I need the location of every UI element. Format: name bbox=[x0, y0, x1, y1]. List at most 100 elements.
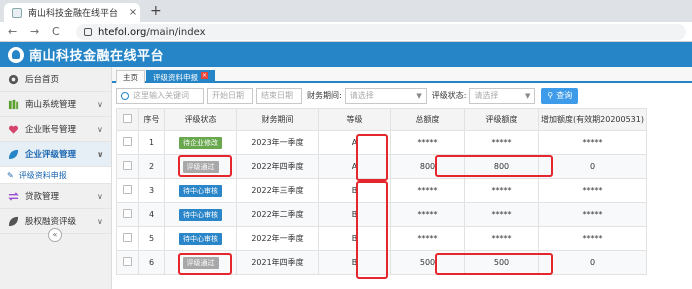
new-tab-button[interactable]: + bbox=[150, 3, 162, 19]
column-header[interactable]: 等级 bbox=[318, 108, 391, 131]
column-header[interactable]: 增加额度(有效期20200531) bbox=[538, 108, 647, 131]
row-checkbox[interactable] bbox=[123, 233, 132, 242]
status-select[interactable]: 请选择 ▼ bbox=[469, 87, 536, 104]
checkbox-cell bbox=[116, 202, 139, 227]
sidebar-item-loans[interactable]: 贷款管理 ∨ bbox=[0, 184, 111, 209]
close-tab-icon[interactable]: × bbox=[126, 7, 140, 18]
start-date-placeholder: 开始日期 bbox=[212, 91, 244, 100]
sidebar-item-label: 南山系统管理 bbox=[25, 100, 77, 110]
url-domain: htefol.org bbox=[98, 26, 147, 38]
status-badge: 待中心审核 bbox=[179, 232, 222, 245]
rating-amount-cell: ***** bbox=[464, 178, 539, 203]
table-row[interactable]: 5 待中心审核 2022年一季度 B ***** ***** ***** bbox=[116, 226, 647, 251]
browser-tab[interactable]: 南山科技金融在线平台 × bbox=[4, 3, 140, 22]
total-amount-cell: ***** bbox=[390, 178, 465, 203]
table-row[interactable]: 6 评级通过 2021年四季度 B 500 500 0 bbox=[116, 250, 647, 275]
reload-icon[interactable]: C bbox=[52, 25, 60, 39]
page-tabs: 主页 评级资料申报 × bbox=[112, 67, 692, 83]
select-all-checkbox[interactable] bbox=[123, 114, 132, 123]
status-cell: 待企业修改 bbox=[164, 130, 237, 155]
period-cell: 2022年二季度 bbox=[236, 202, 319, 227]
status-cell: 待中心审核 bbox=[164, 202, 237, 227]
sidebar-item-label: 企业账号管理 bbox=[25, 125, 77, 135]
increase-amount-cell: ***** bbox=[538, 226, 647, 251]
period-select[interactable]: 请选择 ▼ bbox=[344, 87, 427, 104]
sidebar-item-accounts[interactable]: 企业账号管理 ∨ bbox=[0, 117, 111, 142]
sidebar-collapse-button[interactable]: « bbox=[48, 228, 62, 242]
tab-home[interactable]: 主页 bbox=[116, 70, 145, 83]
total-amount-cell: ***** bbox=[390, 226, 465, 251]
sidebar-subitem-rating-application[interactable]: ✎ 评级资料申报 bbox=[0, 167, 111, 184]
chevron-down-icon: ∨ bbox=[97, 124, 103, 134]
end-date-field[interactable]: 结束日期 bbox=[256, 87, 302, 104]
close-icon[interactable]: × bbox=[201, 72, 208, 79]
url-field[interactable]: htefol.org/main/index bbox=[76, 24, 686, 40]
increase-amount-cell: ***** bbox=[538, 202, 647, 227]
search-icon bbox=[121, 91, 129, 100]
leaf-icon bbox=[7, 215, 19, 227]
period-cell: 2022年四季度 bbox=[236, 154, 319, 179]
chevron-down-icon: ∨ bbox=[97, 149, 104, 159]
sidebar-item-label: 企业评级管理 bbox=[25, 150, 77, 160]
total-amount-cell: 800 bbox=[390, 154, 465, 179]
edit-icon: ✎ bbox=[7, 170, 14, 180]
table-row[interactable]: 1 待企业修改 2023年一季度 A ***** ***** ***** bbox=[116, 130, 647, 155]
row-checkbox[interactable] bbox=[123, 137, 132, 146]
total-amount-cell: ***** bbox=[390, 202, 465, 227]
sidebar-item-rating-management[interactable]: 企业评级管理 ∨ bbox=[0, 142, 111, 167]
tab-label: 主页 bbox=[123, 73, 138, 82]
grade-cell: B bbox=[318, 178, 391, 203]
increase-amount-cell: 0 bbox=[538, 250, 647, 275]
checkbox-cell bbox=[116, 250, 139, 275]
checkbox-cell bbox=[116, 178, 139, 203]
search-placeholder: 这里输入关键词 bbox=[133, 91, 189, 100]
row-number: 1 bbox=[138, 130, 165, 155]
search-input[interactable]: 这里输入关键词 bbox=[116, 87, 204, 104]
rating-amount-cell: 500 bbox=[464, 250, 539, 275]
table-row[interactable]: 3 待中心审核 2022年三季度 B ***** ***** ***** bbox=[116, 178, 647, 203]
rating-table: 序号 评级状态 财务期间 等级 总额度 评级额度 增加额度(有效期2020053… bbox=[116, 108, 647, 275]
table-row[interactable]: 4 待中心审核 2022年二季度 B ***** ***** ***** bbox=[116, 202, 647, 227]
increase-amount-cell: ***** bbox=[538, 130, 647, 155]
status-badge: 待企业修改 bbox=[179, 136, 222, 149]
start-date-field[interactable]: 开始日期 bbox=[207, 87, 253, 104]
lock-icon bbox=[84, 28, 92, 36]
checkbox-cell bbox=[116, 130, 139, 155]
column-header[interactable]: 评级额度 bbox=[464, 108, 539, 131]
search-icon: ⚲ bbox=[547, 91, 554, 100]
column-header[interactable]: 序号 bbox=[138, 108, 165, 131]
rating-amount-cell: 800 bbox=[464, 154, 539, 179]
row-number: 4 bbox=[138, 202, 165, 227]
system-icon bbox=[7, 98, 19, 110]
grade-cell: B bbox=[318, 202, 391, 227]
forward-icon[interactable]: → bbox=[30, 25, 39, 39]
row-checkbox[interactable] bbox=[123, 257, 132, 266]
table-row[interactable]: 2 评级通过 2022年四季度 A 800 800 0 bbox=[116, 154, 647, 179]
dropdown-arrow-icon: ▼ bbox=[416, 91, 422, 100]
rating-amount-cell: ***** bbox=[464, 130, 539, 155]
period-cell: 2023年一季度 bbox=[236, 130, 319, 155]
row-checkbox[interactable] bbox=[123, 185, 132, 194]
period-placeholder: 请选择 bbox=[349, 91, 374, 100]
sidebar-item-home[interactable]: 后台首页 bbox=[0, 67, 111, 92]
tab-rating-application[interactable]: 评级资料申报 × bbox=[146, 70, 215, 83]
status-badge: 待中心审核 bbox=[179, 184, 222, 197]
app-title: 南山科技金融在线平台 bbox=[29, 49, 165, 64]
query-button[interactable]: ⚲ 查询 bbox=[541, 87, 579, 104]
sidebar-item-system[interactable]: 南山系统管理 ∨ bbox=[0, 92, 111, 117]
row-checkbox[interactable] bbox=[123, 209, 132, 218]
column-header[interactable]: 评级状态 bbox=[164, 108, 237, 131]
table-header-row: 序号 评级状态 财务期间 等级 总额度 评级额度 增加额度(有效期2020053… bbox=[116, 108, 647, 131]
column-header[interactable]: 总额度 bbox=[390, 108, 465, 131]
row-number: 2 bbox=[138, 154, 165, 179]
exchange-icon bbox=[7, 190, 19, 202]
heart-icon bbox=[7, 123, 19, 135]
row-checkbox[interactable] bbox=[123, 161, 132, 170]
chevron-down-icon: ∨ bbox=[97, 216, 103, 226]
total-amount-cell: ***** bbox=[390, 130, 465, 155]
back-icon[interactable]: ← bbox=[8, 25, 17, 39]
total-amount-cell: 500 bbox=[390, 250, 465, 275]
grade-cell: A bbox=[318, 130, 391, 155]
column-header[interactable]: 财务期间 bbox=[236, 108, 319, 131]
row-number: 6 bbox=[138, 250, 165, 275]
